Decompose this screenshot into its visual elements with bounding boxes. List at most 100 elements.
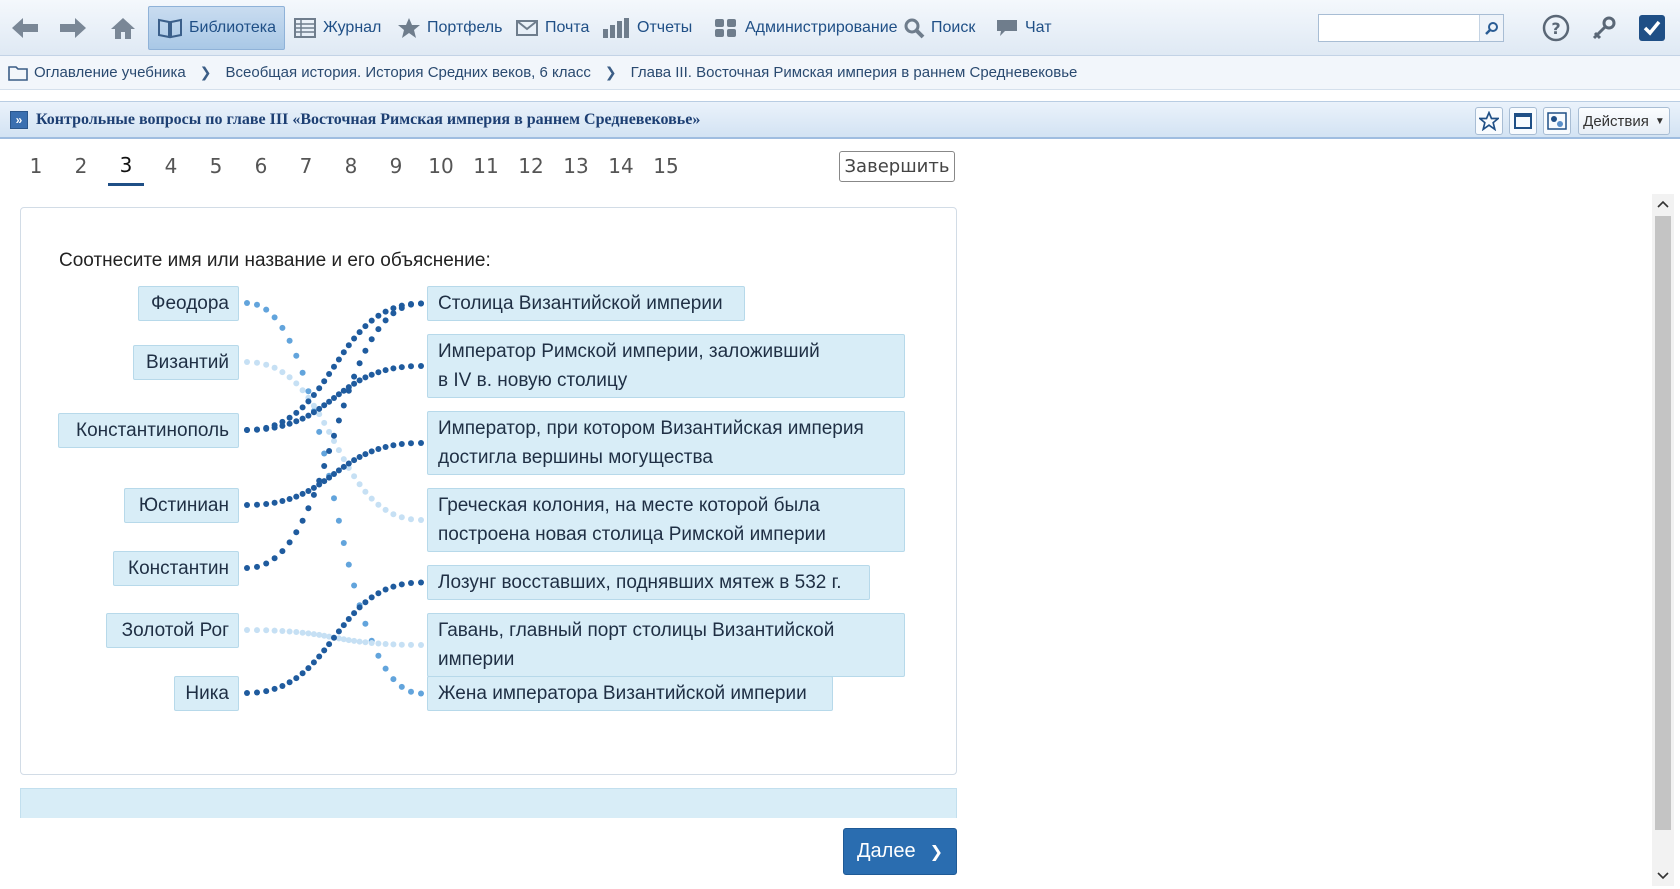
right-option[interactable]: Греческая колония, на месте которой была… [427,488,905,552]
magnifier-icon [1484,22,1498,35]
left-option[interactable]: Византий [133,345,239,380]
nav-journal[interactable]: Журнал [284,6,390,50]
right-option[interactable]: Император Римской империи, заложивший в I… [427,334,905,398]
finish-button[interactable]: Завершить [839,151,955,182]
question-card: Соотнесите имя или название и его объясн… [20,207,957,775]
help-icon[interactable]: ? [1538,10,1574,46]
page-6[interactable]: 6 [243,146,279,186]
question-prompt: Соотнесите имя или название и его объясн… [59,250,491,271]
right-option-line: Гавань, главный порт столицы Византийско… [438,620,835,641]
scroll-up-icon[interactable] [1652,194,1674,214]
home-icon[interactable] [104,8,142,48]
nav-reports-label: Отчеты [637,19,693,36]
scroll-down-icon[interactable] [1652,866,1674,886]
scrollbar[interactable] [1652,194,1674,886]
book-icon [158,18,182,39]
right-option-line: Столица Византийской империи [438,293,723,314]
right-option[interactable]: Столица Византийской империи [427,286,745,321]
next-label: Далее [857,840,916,862]
envelope-icon [516,20,538,36]
search-button[interactable] [1479,15,1503,41]
double-chevron-right-icon[interactable]: » [10,110,28,129]
section-title: Контрольные вопросы по главе III «Восточ… [36,110,701,128]
arrow-right-icon[interactable] [54,8,92,48]
page-15[interactable]: 15 [648,146,684,186]
arrow-left-icon[interactable] [6,8,44,48]
left-option[interactable]: Константинополь [58,413,239,448]
breadcrumb: Оглавление учебника ❯ Всеобщая история. … [0,56,1680,90]
nav-reports[interactable]: Отчеты [592,6,701,50]
right-option-line: достигла вершины могущества [438,447,713,468]
right-option-line: в IV в. новую столицу [438,370,628,391]
right-option-line: Жена императора Византийской империи [438,683,807,704]
next-button[interactable]: Далее ❯ [843,828,957,875]
page-9[interactable]: 9 [378,146,414,186]
magnifier-icon [904,18,925,39]
nav-portfolio[interactable]: Портфель [388,6,511,50]
table-icon [294,18,316,38]
breadcrumb-label: Всеобщая история. История Средних веков,… [225,64,591,81]
breadcrumb-label: Оглавление учебника [34,64,186,81]
page-1[interactable]: 1 [18,146,54,186]
chevron-right-icon: ❯ [199,64,212,80]
left-option[interactable]: Золотой Рог [106,613,239,648]
page-10[interactable]: 10 [423,146,459,186]
caret-down-icon: ▼ [1654,115,1665,127]
favorite-star-icon[interactable] [1475,107,1503,135]
left-option[interactable]: Константин [113,551,239,586]
chevron-right-icon: ❯ [929,843,943,861]
top-toolbar: Библиотека Журнал Портфель Почта Отчеты … [0,0,1680,56]
nav-administration-label: Администрирование [745,19,898,36]
nav-library-label: Библиотека [189,19,276,36]
page-13[interactable]: 13 [558,146,594,186]
nav-portfolio-label: Портфель [427,19,503,36]
chevron-right-icon: ❯ [604,64,617,80]
search-input[interactable] [1319,15,1479,41]
actions-label: Действия [1583,112,1649,130]
left-option[interactable]: Ника [174,676,239,711]
left-option[interactable]: Феодора [138,286,239,321]
folder-icon [8,65,28,81]
right-option[interactable]: Гавань, главный порт столицы Византийско… [427,613,905,677]
star-icon [398,18,420,38]
scroll-thumb[interactable] [1655,216,1671,830]
window-icon[interactable] [1509,107,1537,135]
hint-panel [20,788,957,818]
nav-administration[interactable]: Администрирование [704,6,907,50]
nav-chat[interactable]: Чат [986,6,1061,50]
speech-bubble-icon [997,20,1017,36]
svg-text:?: ? [1551,19,1560,38]
breadcrumb-label: Глава III. Восточная Римская империя в р… [630,64,1078,81]
nav-search-label: Поиск [931,19,976,36]
right-option-line: построена новая столица Римской империи [438,524,826,545]
nav-mail[interactable]: Почта [506,6,598,50]
page-3[interactable]: 3 [108,146,144,186]
nav-library[interactable]: Библиотека [148,6,285,50]
page-7[interactable]: 7 [288,146,324,186]
right-option-line: империи [438,649,515,670]
left-option[interactable]: Юстиниан [124,488,239,523]
page-5[interactable]: 5 [198,146,234,186]
page-4[interactable]: 4 [153,146,189,186]
page-11[interactable]: 11 [468,146,504,186]
right-option[interactable]: Лозунг восставших, поднявших мятеж в 532… [427,565,870,600]
breadcrumb-item-toc[interactable]: Оглавление учебника [8,64,186,81]
actions-dropdown[interactable]: Действия ▼ [1578,107,1670,135]
right-option-line: Император Римской империи, заложивший [438,341,820,362]
nav-mail-label: Почта [545,19,590,36]
right-option-line: Император, при котором Византийская импе… [438,418,864,439]
breadcrumb-item-course[interactable]: Всеобщая история. История Средних веков,… [226,64,591,81]
page-14[interactable]: 14 [603,146,639,186]
page-12[interactable]: 12 [513,146,549,186]
checkbox-icon[interactable] [1634,10,1670,46]
breadcrumb-item-chapter[interactable]: Глава III. Восточная Римская империя в р… [631,64,1078,81]
key-icon[interactable] [1586,10,1622,46]
right-option[interactable]: Жена императора Византийской империи [427,676,833,711]
bar-chart-icon [603,18,629,38]
right-option[interactable]: Император, при котором Византийская импе… [427,411,905,475]
nav-search[interactable]: Поиск [894,6,984,50]
share-icon[interactable] [1543,107,1571,135]
page-2[interactable]: 2 [63,146,99,186]
page-8[interactable]: 8 [333,146,369,186]
nav-journal-label: Журнал [323,19,382,36]
